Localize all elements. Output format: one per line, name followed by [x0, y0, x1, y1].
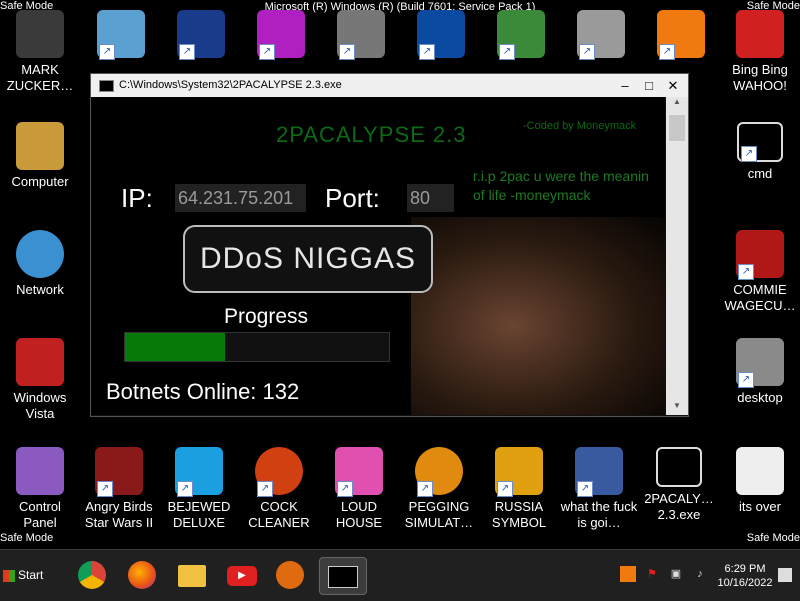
rip-text: r.i.p 2pac u were the meanin of life -mo… [473, 168, 649, 203]
star-wars-icon: ↗ [177, 10, 225, 60]
xampp-icon: ↗ [657, 10, 705, 60]
mario-icon [736, 10, 784, 58]
desktop-icon-recycle-bin[interactable]: Windows Vista [1, 334, 79, 434]
desktop-icon-2pacalypse[interactable]: 2PACALY… 2.3.exe [640, 443, 718, 543]
console-icon [328, 566, 358, 588]
console-icon [656, 447, 702, 487]
desktop-icon-angry-birds-space[interactable]: ↗ what the fuck is goi… [560, 443, 638, 543]
app-window[interactable]: C:\Windows\System32\2PACALYPSE 2.3.exe –… [90, 73, 689, 417]
folder-icon [178, 565, 206, 587]
network-icon [16, 230, 64, 278]
botnets-label: Botnets Online: 132 [106, 379, 300, 404]
desktop-icon-zuckerberg[interactable]: MARK ZUCKER… [1, 6, 79, 106]
pegging-icon [276, 561, 304, 589]
minimize-button[interactable]: – [613, 74, 637, 97]
ddos-button[interactable]: DDoS NIGGAS [183, 225, 433, 293]
ccleaner-icon: ↗ [255, 447, 303, 497]
desktop-icon-network[interactable]: Network [1, 226, 79, 326]
port-input[interactable]: 80 [407, 184, 454, 212]
desktop-icon-pegging[interactable]: ↗ PEGGING SIMULAT… [400, 443, 478, 543]
app-title: 2PACALYPSE 2.3 [276, 122, 467, 147]
xampp-tray-icon[interactable] [620, 566, 636, 582]
control-panel-icon [16, 447, 64, 495]
sd-icon: ↗ [577, 10, 625, 60]
ip-label: IP: [121, 183, 153, 213]
document-icon [736, 447, 784, 495]
zuckerberg-icon [16, 10, 64, 58]
console-icon [99, 80, 114, 92]
progress-bar [124, 332, 390, 362]
document-icon: ↗ [337, 10, 385, 60]
desktop-icon-its-over[interactable]: its over [721, 443, 799, 543]
windows-logo-icon [3, 569, 15, 582]
angry-birds-icon: ↗ [95, 447, 143, 497]
clock-time: 6:29 PM [724, 563, 766, 575]
clock[interactable]: 6:29 PM 10/16/2022 [710, 562, 780, 590]
folder-icon: ↗ [736, 338, 784, 388]
bejeweled-icon: ↗ [175, 447, 223, 497]
vertical-scrollbar[interactable]: ▲ ▼ [666, 97, 688, 415]
desktop-icon-bejeweled[interactable]: ↗ BEJEWED DELUXE [160, 443, 238, 543]
desktop-icon-cmd[interactable]: ↗ cmd [721, 118, 799, 218]
scroll-thumb[interactable] [669, 115, 685, 141]
taskbar-pegging[interactable] [270, 557, 310, 593]
flag-icon[interactable]: ⚑ [644, 566, 660, 582]
loud-house-icon: ↗ [335, 447, 383, 497]
scroll-up-icon[interactable]: ▲ [666, 97, 688, 111]
desktop-icon-ccleaner[interactable]: ↗ COCK CLEANER [240, 443, 318, 543]
malwarebytes-icon: ↗ [417, 10, 465, 60]
window-title: C:\Windows\System32\2PACALYPSE 2.3.exe [119, 79, 342, 91]
desktop-icon-control-panel[interactable]: Control Panel [1, 443, 79, 543]
desktop-icon-angry-birds[interactable]: ↗ Angry Birds Star Wars II [80, 443, 158, 543]
desktop-icon-russia[interactable]: ↗ RUSSIA SYMBOL [480, 443, 558, 543]
start-button[interactable]: Start [3, 562, 53, 588]
scroll-down-icon[interactable]: ▼ [666, 401, 688, 415]
ip-input[interactable]: 64.231.75.201 [175, 184, 306, 212]
recycle-bin-icon [16, 338, 64, 386]
taskbar-firefox[interactable] [122, 557, 162, 593]
progress-fill [125, 333, 226, 361]
console-icon: ↗ [737, 122, 783, 162]
gem-icon: ↗ [257, 10, 305, 60]
russia-icon: ↗ [495, 447, 543, 497]
firefox-icon [128, 561, 156, 589]
network-status-icon[interactable]: ▣ [668, 566, 684, 582]
volume-muted-icon[interactable]: ♪ [692, 566, 708, 582]
folder-icon: ↗ [97, 10, 145, 60]
system-tray: ⚑ ▣ ♪ 6:29 PM 10/16/2022 [614, 560, 800, 592]
desktop-icon-commie[interactable]: ↗ COMMIE WAGECU… [721, 226, 799, 326]
desktop-icon-desktop[interactable]: ↗ desktop [721, 334, 799, 434]
coded-by-label: -Coded by Moneymack [523, 120, 637, 132]
desktop-icon-computer[interactable]: Computer [1, 118, 79, 218]
plant-icon: ↗ [497, 10, 545, 60]
tupac-photo [411, 217, 665, 415]
youtube-icon: ▶ [227, 566, 257, 586]
desktop-icon-loud-house[interactable]: ↗ LOUD HOUSE [320, 443, 398, 543]
window-titlebar[interactable]: C:\Windows\System32\2PACALYPSE 2.3.exe –… [91, 74, 688, 97]
chrome-icon [78, 561, 106, 589]
taskbar: Start ▶ ⚑ ▣ ♪ 6:29 PM 10/16/2022 [0, 549, 800, 601]
progress-label: Progress [224, 305, 309, 328]
close-button[interactable]: ✕ [661, 74, 685, 97]
maximize-button[interactable]: □ [637, 74, 661, 97]
taskbar-console[interactable] [319, 557, 367, 595]
desktop-icon-mario[interactable]: Bing Bing WAHOO! [721, 6, 799, 106]
clock-date: 10/16/2022 [717, 577, 773, 589]
angry-birds-space-icon: ↗ [575, 447, 623, 497]
port-label: Port: [325, 183, 380, 213]
taskbar-explorer[interactable] [172, 557, 212, 593]
pegging-icon: ↗ [415, 447, 463, 497]
taskbar-youtube[interactable]: ▶ [222, 557, 262, 593]
notification-icon[interactable] [778, 568, 792, 582]
computer-icon [16, 122, 64, 170]
taskbar-chrome[interactable] [72, 557, 112, 593]
app-content: 2PACALYPSE 2.3 -Coded by Moneymack r.i.p… [91, 97, 665, 415]
commie-icon: ↗ [736, 230, 784, 280]
